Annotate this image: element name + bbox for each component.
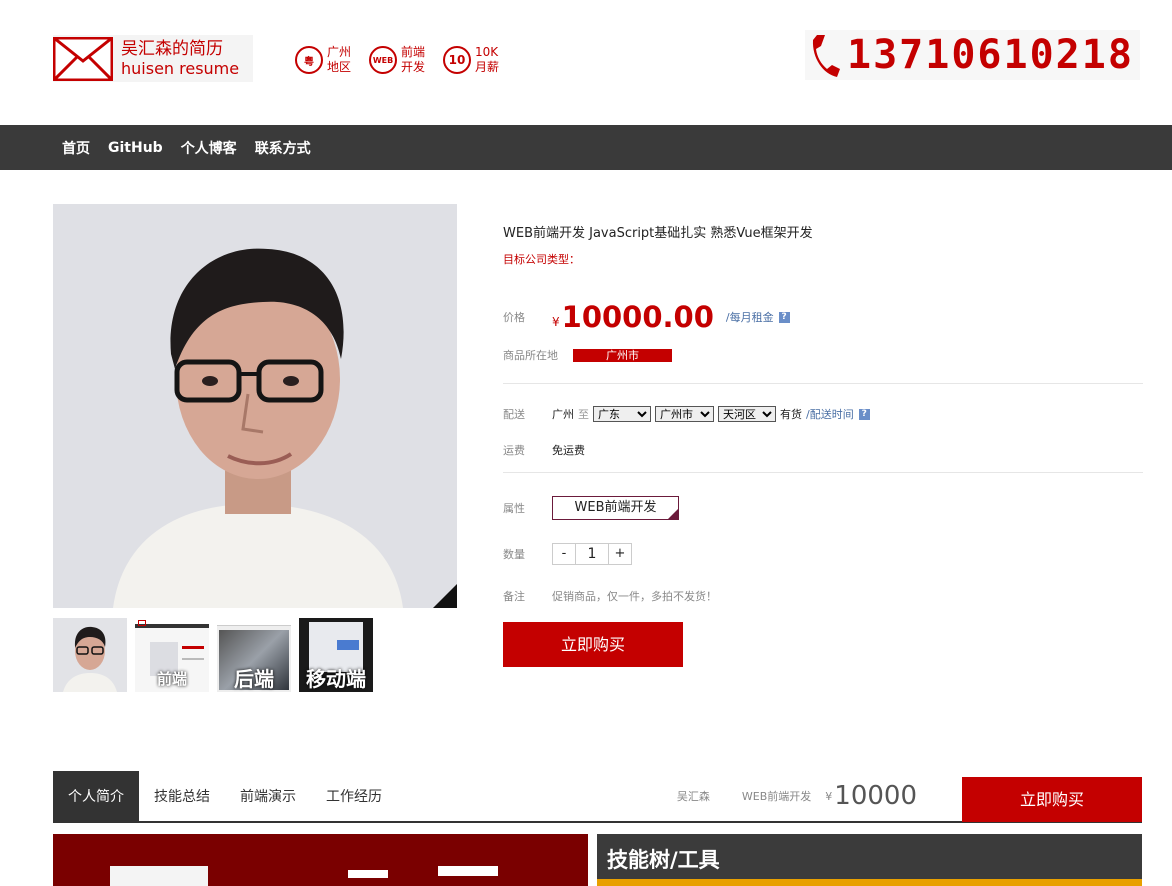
summary-currency: ¥ [825,789,833,803]
main-nav: 首页 GitHub 个人博客 联系方式 [0,125,1172,170]
phone-icon [812,35,840,77]
summary-role: WEB前端开发 [741,790,812,803]
tabbar-buy-now-button[interactable]: 立即购买 [962,777,1142,822]
tab-profile[interactable]: 个人简介 [53,771,139,821]
tabbar-summary: 吴汇森 WEB前端开发 ¥ 10000 立即购买 [676,771,1142,822]
selected-corner-icon [668,509,678,519]
web-icon: WEB [369,46,398,74]
delivery-to: 至 [578,408,589,421]
help-icon[interactable]: ? [778,311,790,323]
badge-role-line2: 开发 [401,60,426,74]
district-select[interactable]: 天河区 [718,406,776,422]
divider-1 [503,383,1143,384]
banner-heading-art [338,862,518,886]
badge-salary: 10 10K 月薪 [443,45,499,75]
portrait-image [53,204,457,608]
tab-demos[interactable]: 前端演示 [225,771,311,821]
region-icon: 粤 [295,46,323,74]
phone-number: 13710610218 [847,32,1134,78]
thumb-portrait-image [63,626,117,692]
badge-role: WEB 前端 开发 [369,45,425,75]
currency-symbol: ¥ [552,315,560,329]
location-row: 商品所在地 广州市 [503,345,1143,365]
attribute-label: 属性 [503,502,525,515]
tab-experience[interactable]: 工作经历 [311,771,397,821]
summary-price: 10000 [834,781,917,811]
divider-2 [503,472,1143,473]
province-select[interactable]: 广东 [593,406,651,422]
price-value: 10000.00 [561,300,714,334]
attribute-option-label: WEB前端开发 [574,500,657,515]
monthly-link[interactable]: /每月租金 [726,309,774,325]
avatar [110,866,208,886]
delivery-row: 配送 广州 至 广东 广州市 天河区 有货 /配送时间 ? [503,406,1143,422]
salary-icon: 10 [443,46,472,74]
badge-region-line2: 地区 [327,60,352,74]
badge-salary-line1: 10K [475,45,499,59]
location-badge: 广州市 [573,348,672,362]
note-text: 促销商品，仅一件，多拍不发货！ [552,590,717,603]
thumbnail-portrait[interactable] [53,618,127,692]
tab-skills[interactable]: 技能总结 [139,771,225,821]
detail-tabbar: 个人简介 技能总结 前端演示 工作经历 吴汇森 WEB前端开发 ¥ 10000 … [53,771,1142,823]
delivery-from: 广州 [552,408,574,421]
envelope-icon [53,36,113,81]
stock-status: 有货 [780,408,802,421]
thumbnail-frontend[interactable]: 前端 [135,618,209,692]
quantity-plus-button[interactable]: + [609,544,631,564]
buy-now-button[interactable]: 立即购买 [503,622,683,667]
note-row: 备注 促销商品，仅一件，多拍不发货！ [503,588,1143,604]
badge-salary-line2: 月薪 [475,60,500,74]
thumbnail-backend[interactable]: 后端 [217,618,291,692]
delivery-time-link[interactable]: /配送时间 [806,406,854,422]
quantity-row: 数量 - 1 + [503,542,1143,566]
quantity-label: 数量 [503,548,525,561]
attribute-option[interactable]: WEB前端开发 [552,496,679,520]
quantity-input[interactable]: 1 [575,544,609,564]
nav-contact[interactable]: 联系方式 [255,138,311,158]
profile-banner [53,834,588,886]
delivery-help-icon[interactable]: ? [858,408,870,420]
price-label: 价格 [503,311,525,324]
buy-wrap: 立即购买 [503,622,1143,667]
thumb-label-backend: 后端 [234,667,274,691]
badge-role-line1: 前端 [401,45,426,59]
logo-subtitle: huisen resume [121,58,240,78]
attribute-row: 属性 WEB前端开发 [503,496,1143,520]
thumbnail-mobile[interactable]: 移动端 [299,618,373,692]
shipping-row: 运费 免运费 [503,442,1143,458]
logo-text: 吴汇森的简历 huisen resume [121,39,239,79]
phone-banner: 13710610218 [805,30,1140,80]
thumb-label-frontend: 前端 [156,670,187,688]
resume-page: 吴汇森的简历 huisen resume 粤 广州 地区 WEB 前端 开发 10 … [0,0,1172,886]
skills-accent-bar [597,879,1142,886]
product-info: WEB前端开发 JavaScript基础扎实 熟悉Vue框架开发 目标公司类型：… [503,220,1143,667]
logo-title: 吴汇森的简历 [121,38,223,59]
quantity-stepper: - 1 + [552,543,632,565]
header: 吴汇森的简历 huisen resume 粤 广州 地区 WEB 前端 开发 10 … [0,0,1172,125]
city-select[interactable]: 广州市 [655,406,714,422]
nav-home[interactable]: 首页 [62,138,90,158]
nav-github[interactable]: GitHub [108,140,163,156]
main-photo[interactable] [53,204,457,608]
price-row: 价格 ¥ 10000.00 /每月租金 ? [503,297,1143,337]
shipping-value: 免运费 [552,444,585,457]
delivery-label: 配送 [503,408,525,421]
thumb-label-mobile: 移动端 [306,667,366,691]
quantity-minus-button[interactable]: - [553,544,575,564]
logo[interactable]: 吴汇森的简历 huisen resume [53,35,253,82]
skills-heading: 技能树/工具 [607,848,720,872]
info-badges: 粤 广州 地区 WEB 前端 开发 10 10K 月薪 [295,45,499,75]
summary-name: 吴汇森 [676,790,710,803]
shipping-label: 运费 [503,444,525,457]
thumbnail-strip: 前端 后端 移动端 [53,618,373,692]
product-title: WEB前端开发 JavaScript基础扎实 熟悉Vue框架开发 [503,226,813,241]
nav-blog[interactable]: 个人博客 [181,138,237,158]
product-subtitle: 目标公司类型： [503,253,580,266]
location-label: 商品所在地 [503,349,558,362]
skills-panel: 技能树/工具 [597,834,1142,886]
badge-region-line1: 广州 [327,45,352,59]
note-label: 备注 [503,590,525,603]
badge-region: 粤 广州 地区 [295,45,351,75]
